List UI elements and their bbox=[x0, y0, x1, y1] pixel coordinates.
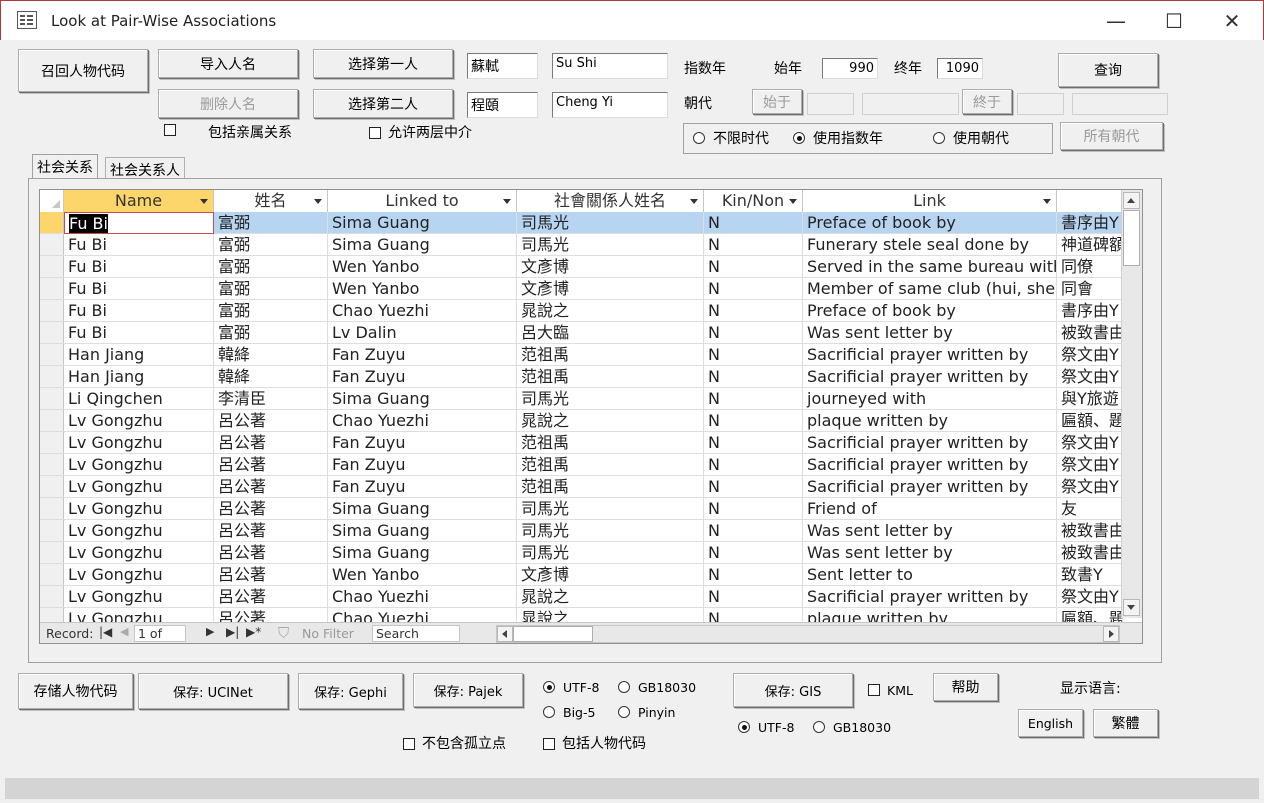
enc1-gb18030-label: GB18030 bbox=[638, 680, 697, 695]
save-gis-button[interactable]: 保存: GIS bbox=[733, 673, 853, 707]
close-button[interactable]: ✕ bbox=[1203, 1, 1261, 41]
kml-label: KML bbox=[887, 683, 913, 698]
window-title: Look at Pair-Wise Associations bbox=[51, 12, 277, 30]
enc2-utf8-radio[interactable] bbox=[738, 721, 750, 733]
enc1-big5-label: Big-5 bbox=[563, 705, 596, 720]
enc1-big5-radio[interactable] bbox=[543, 706, 555, 718]
maximize-button[interactable]: ☐ bbox=[1145, 1, 1203, 41]
app-form-icon bbox=[17, 11, 37, 29]
include-codes-checkbox[interactable] bbox=[543, 738, 555, 750]
english-button[interactable]: English bbox=[1018, 709, 1083, 737]
enc2-gb18030-radio[interactable] bbox=[813, 721, 825, 733]
enc2-gb18030-label: GB18030 bbox=[833, 720, 892, 735]
enc1-pinyin-label: Pinyin bbox=[638, 705, 676, 720]
traditional-chinese-button[interactable]: 繁體 bbox=[1093, 709, 1158, 737]
enc2-utf8-label: UTF-8 bbox=[758, 720, 795, 735]
enc1-utf8-label: UTF-8 bbox=[563, 680, 600, 695]
exclude-isolates-checkbox[interactable] bbox=[403, 738, 415, 750]
save-codes-button[interactable]: 存储人物代码 bbox=[18, 673, 133, 709]
enc1-utf8-radio[interactable] bbox=[543, 681, 555, 693]
include-codes-label: 包括人物代码 bbox=[562, 736, 646, 752]
save-gephi-button[interactable]: 保存: Gephi bbox=[298, 673, 403, 709]
enc1-pinyin-radio[interactable] bbox=[618, 706, 630, 718]
kml-checkbox[interactable] bbox=[868, 684, 880, 696]
help-button[interactable]: 帮助 bbox=[933, 673, 998, 701]
exclude-isolates-label: 不包含孤立点 bbox=[422, 736, 506, 752]
save-ucinet-button[interactable]: 保存: UCINet bbox=[138, 673, 288, 709]
minimize-button[interactable]: — bbox=[1087, 1, 1145, 41]
save-pajek-button[interactable]: 保存: Pajek bbox=[413, 673, 523, 707]
title-bar: Look at Pair-Wise Associations — ☐ ✕ bbox=[0, 0, 1264, 40]
status-bar bbox=[5, 778, 1259, 799]
enc1-gb18030-radio[interactable] bbox=[618, 681, 630, 693]
display-language-label: 显示语言: bbox=[1060, 681, 1121, 697]
